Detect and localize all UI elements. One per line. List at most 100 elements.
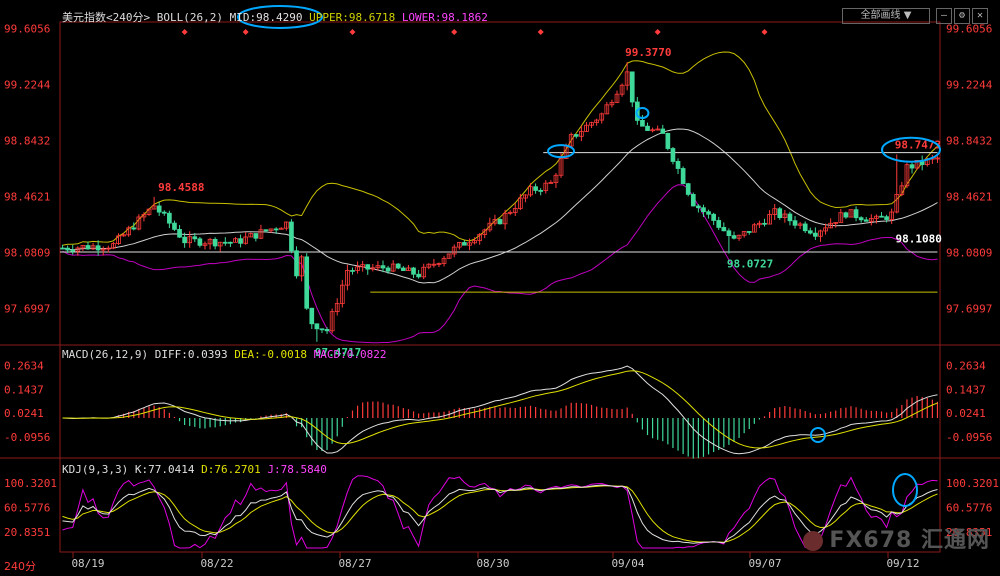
kdj-tick-right: 100.3201 <box>946 477 999 490</box>
candle-body <box>675 161 681 169</box>
candle-body <box>843 212 849 218</box>
diamond-marker <box>654 29 661 35</box>
macd-tick-right: 0.2634 <box>946 359 986 372</box>
candle-body <box>95 245 101 251</box>
close-icon[interactable]: ✕ <box>972 8 988 24</box>
price-tick-right: 99.2244 <box>946 78 993 91</box>
candle-body <box>777 208 783 218</box>
candle-body <box>309 307 315 325</box>
candle-body <box>696 205 701 209</box>
candle-body <box>645 125 650 131</box>
price-tick-left: 99.2244 <box>4 78 51 91</box>
candle-body <box>319 328 325 331</box>
candle-body <box>131 227 137 230</box>
candle-body <box>167 212 172 224</box>
candle-body <box>401 267 406 271</box>
candle-body <box>863 219 869 222</box>
candle-body <box>858 217 864 221</box>
drawing-dropdown[interactable]: 全部画线 ▼ <box>842 8 930 24</box>
candle-body <box>853 209 859 219</box>
candle-body <box>573 134 579 137</box>
candle-body <box>182 236 187 244</box>
price-tick-right: 98.8432 <box>946 134 992 147</box>
candle-body <box>177 229 182 238</box>
candle-body <box>706 211 711 215</box>
price-tick-left: 99.6056 <box>4 23 50 36</box>
boll-upper-line <box>62 51 938 246</box>
chart-stage: 99.6056 99.6056 99.2244 99.2244 98.8432 98.84… <box>0 0 1000 573</box>
boll-period: <240分> <box>106 11 151 24</box>
price-tick-right: 99.6056 <box>946 23 992 36</box>
candle-body <box>813 232 818 237</box>
candle-body <box>629 71 635 103</box>
candle-body <box>792 220 798 226</box>
candle-body <box>660 128 666 134</box>
price-annotation: 99.3770 <box>625 46 671 59</box>
price-annotation: 98.0727 <box>727 258 773 271</box>
candle-body <box>640 119 645 127</box>
diamond-marker <box>349 29 356 35</box>
candle-body <box>289 221 294 252</box>
settings-icon[interactable]: ⚙ <box>954 8 970 24</box>
candle-body <box>263 229 269 232</box>
price-tick-left: 98.4621 <box>4 190 50 203</box>
candle-body <box>253 233 259 239</box>
candle-body <box>385 267 391 272</box>
macd-tick-left: 0.0241 <box>4 407 44 420</box>
candle-body <box>690 194 696 207</box>
candle-body <box>802 223 808 232</box>
date-tick-label: 08/19 <box>71 557 104 570</box>
candle-body <box>324 329 330 332</box>
kdj-tick-right: 60.5776 <box>946 502 992 515</box>
candle-body <box>350 270 355 272</box>
macd-label: MACD(26,12,9) <box>62 348 149 361</box>
candle-body <box>192 236 198 240</box>
candle-body <box>721 227 727 232</box>
candle-body <box>731 235 737 239</box>
candle-body <box>411 267 416 275</box>
boll-lower-line <box>62 184 938 344</box>
candle-body <box>746 231 752 233</box>
kdj-tick-left: 100.3201 <box>4 477 57 490</box>
kdj-tick-left: 20.8351 <box>4 526 50 539</box>
boll-title: 美元指数 <box>62 11 106 24</box>
candle-body <box>156 205 162 213</box>
candle-body <box>294 250 299 277</box>
chart-svg: 99.6056 99.6056 99.2244 99.2244 98.8432 98.84… <box>0 5 1000 570</box>
macd-tick-left: 0.2634 <box>4 359 44 372</box>
boll-mid-line <box>62 128 938 284</box>
candle-body <box>314 323 320 330</box>
boll-mid: MID:98.4290 <box>229 11 303 24</box>
date-tick-label: 08/22 <box>200 557 233 570</box>
diamond-marker <box>761 29 768 35</box>
candle-body <box>228 241 233 244</box>
candle-body <box>665 133 671 149</box>
candle-body <box>70 249 76 252</box>
candle-body <box>65 247 70 251</box>
candle-body <box>701 207 706 213</box>
candle-body <box>807 230 813 234</box>
macd-tick-right: -0.0956 <box>946 431 992 444</box>
boll-upper: UPPER:98.6718 <box>309 11 396 24</box>
kdj-j: J:78.5840 <box>267 463 327 476</box>
macd-tick-right: 0.0241 <box>946 407 986 420</box>
candle-body <box>762 222 767 225</box>
date-tick-label: 08/30 <box>476 557 509 570</box>
candle-body <box>212 238 218 247</box>
drawing-dropdown-label: 全部画线 <box>860 10 901 21</box>
price-annotation: 98.4588 <box>158 181 204 194</box>
price-annotation: 98.1080 <box>895 232 941 245</box>
candle-body <box>685 183 691 195</box>
boll-header: 美元指数<240分> BOLL(26,2) MID:98.4290 UPPER:… <box>62 9 488 25</box>
candle-body <box>680 168 686 185</box>
minimize-icon[interactable]: – <box>936 8 952 24</box>
candle-body <box>380 265 386 269</box>
kdj-label: KDJ(9,3,3) <box>62 463 129 476</box>
macd-header: MACD(26,12,9) DIFF:0.0393 DEA:-0.0018 MA… <box>62 348 387 361</box>
candle-body <box>395 263 401 269</box>
candle-body <box>787 213 793 222</box>
candle-body <box>726 230 732 237</box>
candle-body <box>497 219 503 225</box>
candle-body <box>670 148 676 162</box>
candle-body <box>416 273 421 278</box>
